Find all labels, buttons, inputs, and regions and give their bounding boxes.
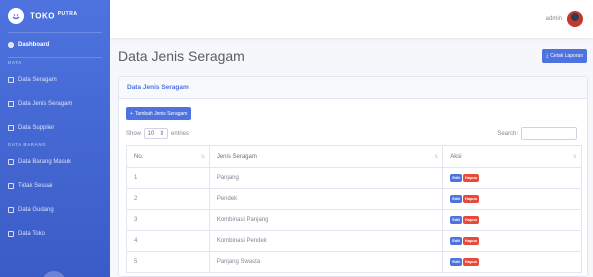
add-jenis-seragam-button[interactable]: + Tambah Jenis Seragam (126, 107, 192, 120)
dashboard-icon (8, 42, 14, 48)
search-label: Search: (497, 130, 518, 137)
sort-icon: ⇅ (434, 154, 439, 160)
table-icon (8, 207, 14, 213)
entries-label: entries (171, 130, 190, 137)
download-icon: ⤓ (545, 53, 549, 59)
user-menu[interactable]: admin (546, 11, 583, 27)
sidebar-item-data-jenis-seragam[interactable]: Data Jenis Seragam (0, 92, 110, 116)
delete-button[interactable]: Hapus (462, 237, 480, 245)
sidebar-item-label: Dashboard (18, 42, 50, 48)
entries-length-value: 10 (147, 130, 155, 137)
edit-button[interactable]: Edit (450, 216, 462, 224)
delete-button[interactable]: Hapus (462, 174, 480, 182)
brand[interactable]: TOKO PUTRA (0, 0, 110, 32)
cell-jenis: Panjang Swasta (208, 251, 444, 273)
sidebar-toggle-button[interactable] (42, 271, 66, 277)
entries-length-control: Show 10 ⇕ entries (126, 128, 189, 139)
table-row: 1 Panjang Edit Hapus (126, 167, 582, 189)
cell-jenis: Kombinasi Pendek (208, 230, 444, 252)
edit-button[interactable]: Edit (450, 174, 462, 182)
sidebar-heading-barang: DATA BARANG (8, 142, 47, 147)
cell-no: 5 (126, 251, 210, 273)
cell-jenis: Panjang (208, 167, 444, 189)
show-label: Show (126, 130, 142, 137)
table-icon (8, 159, 14, 165)
table-header-row: No. ⇅ Jenis Seragam ⇅ Aksi ⇅ (126, 145, 582, 168)
plus-icon: + (130, 110, 133, 117)
search-input[interactable] (521, 127, 577, 140)
table-icon (8, 231, 14, 237)
data-card: Data Jenis Seragam + Tambah Jenis Seraga… (118, 76, 588, 277)
table-row: 4 Kombinasi Pendek Edit Hapus (126, 230, 582, 252)
delete-button[interactable]: Hapus (462, 258, 480, 266)
table-row: 3 Kombinasi Panjang Edit Hapus (126, 209, 582, 231)
jenis-seragam-table: No. ⇅ Jenis Seragam ⇅ Aksi ⇅ 1 Panjang Edit… (126, 145, 582, 273)
edit-button[interactable]: Edit (450, 195, 462, 203)
entries-length-select[interactable]: 10 ⇕ (144, 128, 169, 139)
cell-jenis: Kombinasi Panjang (208, 209, 444, 231)
sidebar-item-label: Tidak Sesuai (18, 183, 53, 189)
delete-button[interactable]: Hapus (462, 216, 480, 224)
brand-logo-icon (8, 8, 24, 24)
sort-icon: ⇅ (200, 154, 205, 160)
edit-button[interactable]: Edit (450, 258, 462, 266)
card-title: Data Jenis Seragam (127, 84, 189, 91)
sidebar-item-data-gudang[interactable]: Data Gudang (0, 198, 110, 222)
topbar: admin (110, 0, 593, 38)
card-header: Data Jenis Seragam (119, 77, 587, 99)
users-icon (8, 125, 14, 131)
select-arrows-icon: ⇕ (159, 131, 165, 137)
cell-no: 2 (126, 188, 210, 210)
sidebar-item-label: Data Toko (18, 231, 45, 237)
cell-jenis: Pendek (208, 188, 444, 210)
user-name: admin (545, 16, 562, 22)
cell-aksi: Edit Hapus (442, 209, 582, 231)
table-icon (8, 101, 14, 107)
cell-no: 4 (126, 230, 210, 252)
sidebar: TOKO PUTRA Dashboard DATA Data Seragam D… (0, 0, 110, 277)
sidebar-item-data-barang-masuk[interactable]: Data Barang Masuk (0, 150, 110, 174)
add-button-label: Tambah Jenis Seragam (134, 110, 188, 117)
page-title: Data Jenis Seragam (118, 48, 245, 64)
cell-no: 3 (126, 209, 210, 231)
table-search: Search: (497, 127, 577, 140)
edit-button[interactable]: Edit (450, 237, 462, 245)
sidebar-item-data-seragam[interactable]: Data Seragam (0, 68, 110, 92)
cell-aksi: Edit Hapus (442, 230, 582, 252)
brand-name: TOKO PUTRA (30, 11, 78, 21)
table-row: 5 Panjang Swasta Edit Hapus (126, 251, 582, 273)
column-header-no[interactable]: No. ⇅ (126, 145, 210, 168)
sidebar-item-dashboard[interactable]: Dashboard (0, 33, 110, 57)
sidebar-item-label: Data Supplier (18, 125, 55, 131)
sidebar-item-label: Data Seragam (18, 77, 57, 83)
sidebar-item-label: Data Barang Masuk (18, 159, 72, 165)
cell-aksi: Edit Hapus (442, 251, 582, 273)
print-report-label: Cetak Laporan (550, 53, 583, 59)
table-icon (8, 77, 14, 83)
table-icon (8, 183, 14, 189)
sidebar-item-tidak-sesuai[interactable]: Tidak Sesuai (0, 174, 110, 198)
column-header-aksi[interactable]: Aksi ⇅ (442, 145, 582, 168)
column-header-jenis-seragam[interactable]: Jenis Seragam ⇅ (208, 145, 444, 168)
sidebar-item-data-supplier[interactable]: Data Supplier (0, 116, 110, 140)
cell-aksi: Edit Hapus (442, 188, 582, 210)
print-report-button[interactable]: ⤓ Cetak Laporan (541, 49, 587, 63)
sidebar-heading-master: DATA (8, 60, 22, 65)
avatar[interactable] (567, 11, 583, 27)
sidebar-item-label: Data Jenis Seragam (18, 101, 73, 107)
sort-icon: ⇅ (572, 154, 577, 160)
sidebar-item-data-toko[interactable]: Data Toko (0, 222, 110, 246)
sidebar-item-label: Data Gudang (18, 207, 54, 213)
delete-button[interactable]: Hapus (462, 195, 480, 203)
cell-aksi: Edit Hapus (442, 167, 582, 189)
table-row: 2 Pendek Edit Hapus (126, 188, 582, 210)
cell-no: 1 (126, 167, 210, 189)
